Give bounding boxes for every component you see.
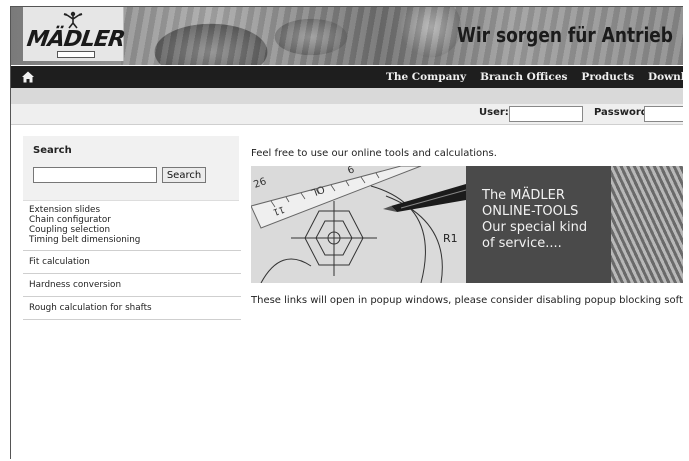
login-bar: User: Password	[11, 104, 683, 125]
sidebar-tool-list: Extension slides Chain configurator Coup…	[23, 203, 241, 320]
sidebar-item-tools-group: Extension slides Chain configurator Coup…	[23, 203, 241, 251]
sidebar-item-timing-belt[interactable]: Timing belt dimensioning	[29, 235, 241, 245]
sidebar-item-rough-calculation-shafts[interactable]: Rough calculation for shafts	[23, 297, 241, 320]
user-input[interactable]	[509, 106, 583, 122]
sidebar-item-coupling-selection[interactable]: Coupling selection	[29, 225, 241, 235]
user-label: User:	[479, 107, 509, 118]
sidebar-item-hardness-conversion[interactable]: Hardness conversion	[23, 274, 241, 297]
main-nav: The Company Branch Offices Products Down…	[11, 66, 683, 88]
browser-page: MÄDLER Wir sorgen für Antrieb The Compan…	[10, 6, 683, 459]
hero-line: of service....	[482, 236, 562, 251]
intro-text: Feel free to use our online tools and ca…	[251, 148, 497, 159]
nav-items: The Company Branch Offices Products Down…	[379, 66, 683, 88]
sub-bar	[11, 88, 683, 104]
sidebar-item-label: Fit calculation	[29, 257, 90, 267]
header-banner: MÄDLER Wir sorgen für Antrieb	[11, 7, 683, 65]
sidebar-item-chain-configurator[interactable]: Chain configurator	[29, 215, 241, 225]
company-logo[interactable]: MÄDLER	[23, 7, 126, 61]
password-label: Password	[594, 107, 648, 118]
search-title: Search	[33, 145, 72, 156]
sidebar-item-fit-calculation[interactable]: Fit calculation	[23, 251, 241, 274]
search-input[interactable]	[33, 167, 157, 183]
nav-item-downloads[interactable]: Downloads	[641, 66, 683, 88]
hero-text: The MÄDLER ONLINE-TOOLS Our special kind…	[482, 188, 587, 252]
password-input[interactable]	[644, 106, 683, 122]
nav-item-branch-offices[interactable]: Branch Offices	[473, 66, 574, 88]
home-icon[interactable]	[21, 70, 35, 84]
search-button[interactable]: Search	[162, 167, 206, 183]
sidebar-item-extension-slides[interactable]: Extension slides	[29, 205, 241, 215]
popup-notice: These links will open in popup windows, …	[251, 295, 683, 306]
online-tools-panel: The MÄDLER ONLINE-TOOLS Our special kind…	[466, 166, 611, 283]
drawing-label: R1	[443, 232, 458, 245]
sidebar-search-box: Search Search	[23, 136, 239, 201]
hero-line: ONLINE-TOOLS	[482, 204, 579, 219]
nav-item-the-company[interactable]: The Company	[379, 66, 473, 88]
header-slogan: Wir sorgen für Antrieb	[457, 23, 673, 47]
hero-line: The MÄDLER	[482, 188, 565, 203]
nav-item-products[interactable]: Products	[574, 66, 641, 88]
sidebar-item-label: Hardness conversion	[29, 280, 122, 290]
online-tools-banner: 26 OL 6 11 R1 The MÄDLER ONLINE-TOOLS Ou…	[251, 166, 683, 283]
technical-drawing-image: 26 OL 6 11 R1	[251, 166, 467, 283]
hero-line: Our special kind	[482, 220, 588, 235]
sidebar-item-label: Rough calculation for shafts	[29, 303, 152, 313]
logo-subline	[57, 51, 95, 58]
drawing-illustration: 26 OL 6 11 R1	[251, 166, 467, 283]
logo-text: MÄDLER	[25, 27, 126, 52]
gears-image	[611, 166, 683, 283]
